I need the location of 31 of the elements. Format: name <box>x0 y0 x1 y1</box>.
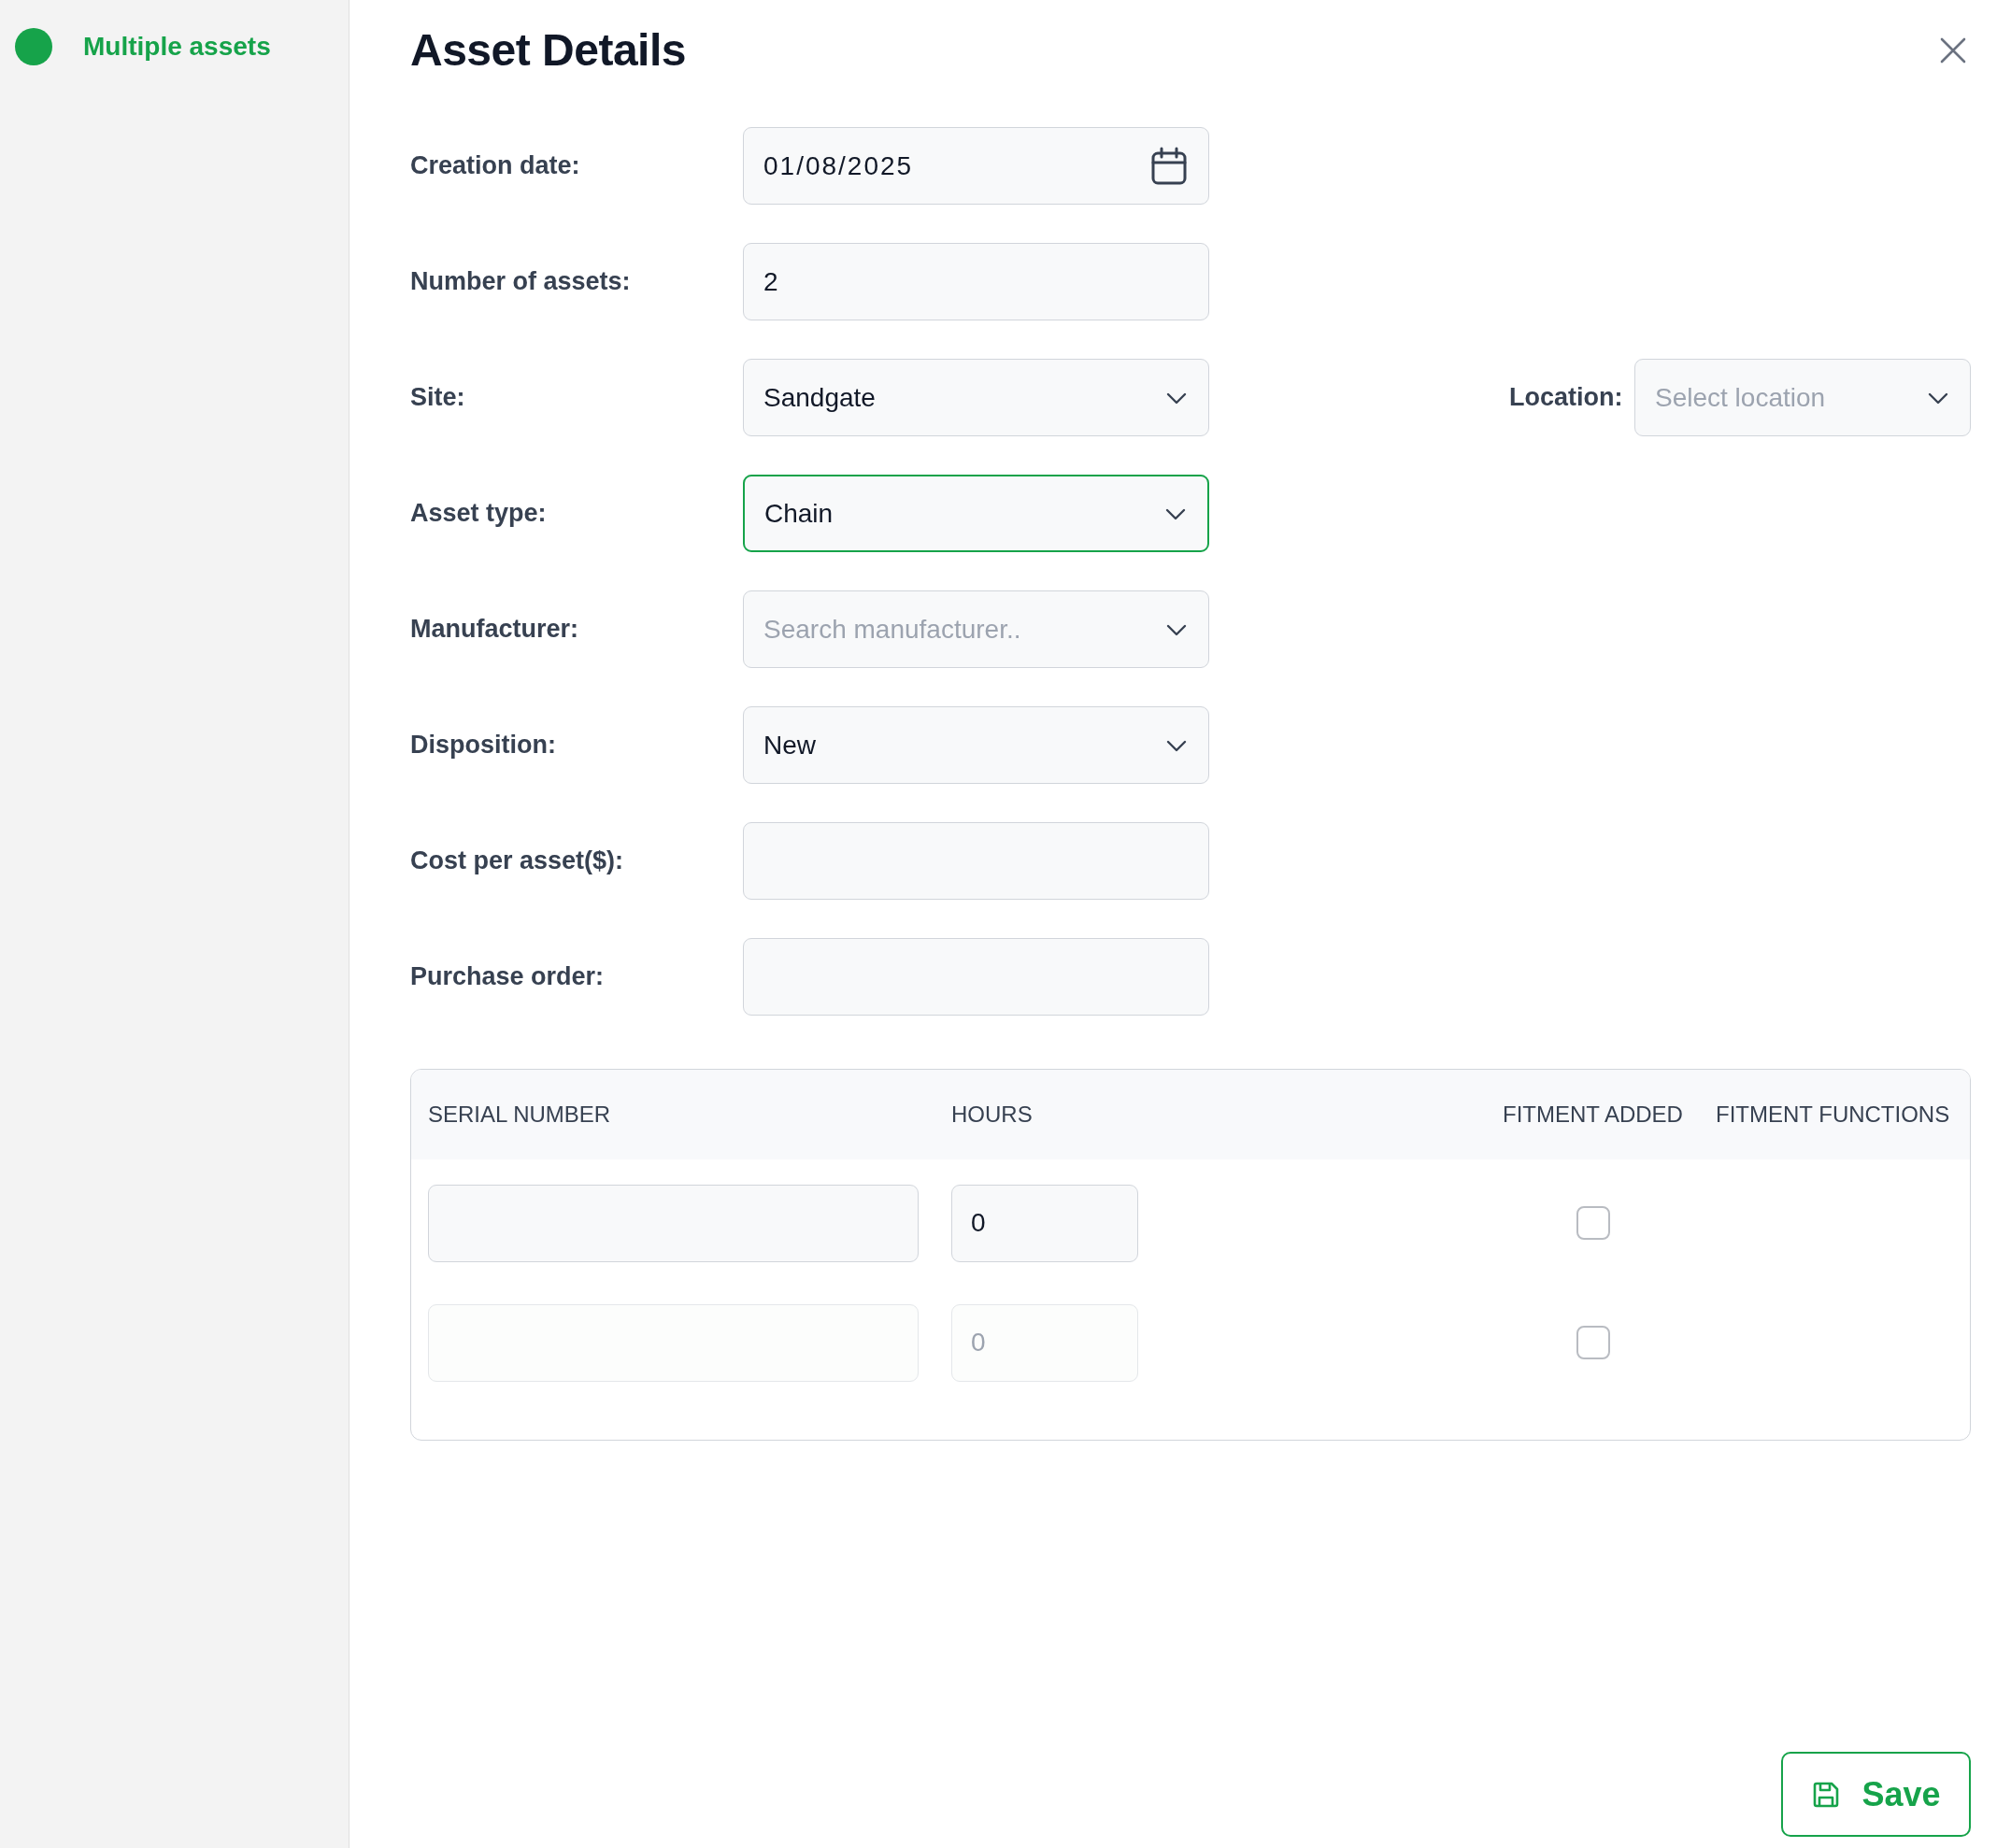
column-header: FITMENT ADDED <box>1503 1102 1683 1128</box>
field-label: Number of assets: <box>410 267 632 296</box>
column-header: HOURS <box>951 1102 1034 1128</box>
field-label: Disposition: <box>410 731 557 760</box>
input-field[interactable] <box>743 938 1209 1016</box>
serial-number-field[interactable] <box>428 1303 919 1382</box>
field-label: Manufacturer: <box>410 615 580 644</box>
date-field[interactable]: 01/08/2025 <box>743 127 1209 205</box>
calendar-icon[interactable] <box>1150 146 1188 186</box>
select-field[interactable]: Chain <box>743 475 1209 552</box>
panel-title: Asset Details <box>410 24 686 76</box>
select-field[interactable]: New <box>743 706 1209 784</box>
input-field[interactable] <box>743 822 1209 900</box>
chevron-down-icon <box>1927 391 1949 405</box>
input-field[interactable]: 2 <box>743 243 1209 320</box>
column-header: SERIAL NUMBER <box>428 1102 612 1128</box>
chevron-down-icon <box>1165 738 1188 752</box>
chevron-down-icon <box>1165 391 1188 405</box>
field-label: Creation date: <box>410 151 581 180</box>
chevron-down-icon <box>1165 622 1188 636</box>
column-header: FITMENT FUNCTIONS <box>1716 1102 1951 1128</box>
select-field[interactable]: Sandgate <box>743 359 1209 436</box>
checkbox[interactable] <box>1576 1206 1610 1240</box>
field-label: Cost per asset($): <box>410 846 625 875</box>
chevron-down-icon <box>1164 506 1187 520</box>
field-label: Asset type: <box>410 499 548 528</box>
field-label: Location: <box>1509 383 1624 412</box>
field-label: Purchase order: <box>410 962 606 991</box>
hours-field[interactable]: 0 <box>951 1184 1138 1262</box>
serial-number-field[interactable] <box>428 1184 919 1262</box>
field-label: Site: <box>410 383 466 412</box>
